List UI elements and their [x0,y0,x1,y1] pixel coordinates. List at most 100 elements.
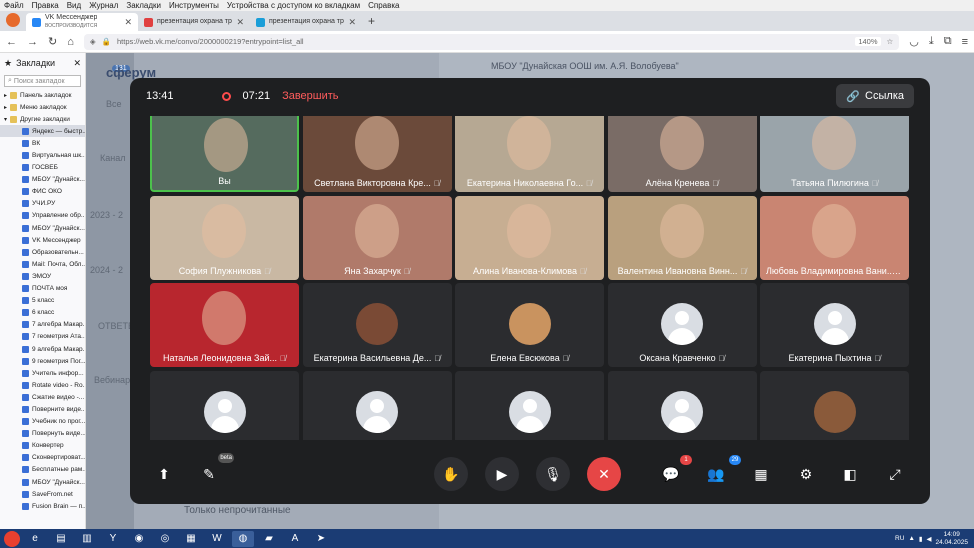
pdf-icon[interactable]: A [284,531,306,547]
telegram-icon[interactable]: ➤ [310,531,332,547]
expand-arrow-icon[interactable]: ▸ [4,92,7,99]
calculator-icon[interactable]: ▦ [180,531,202,547]
close-icon[interactable]: ✕ [124,17,132,28]
participant-tile[interactable]: Елена Евсюкова 🎙̸ [455,283,604,367]
copy-link-button[interactable]: 🔗 Ссылка [836,84,914,108]
back-icon[interactable]: ← [6,36,17,48]
bookmark-item[interactable]: Fusion Brain — п... [0,500,85,512]
group-channel[interactable]: Канал [100,153,125,163]
bookmark-item[interactable]: ПОЧТА моя [0,283,85,295]
group-webinar[interactable]: Вебинар [94,375,130,385]
bookmark-item[interactable]: VK Мессенджер [0,234,85,246]
language-indicator[interactable]: RU [895,535,904,542]
home-icon[interactable]: ⌂ [67,36,74,48]
filter-all[interactable]: Все [106,99,122,109]
bookmark-item[interactable]: 5 класс [0,295,85,307]
zoom-level[interactable]: 140% [855,37,881,46]
bookmark-item[interactable]: ФИС ОКО [0,186,85,198]
bookmark-item[interactable]: 7 алгебра Макар... [0,319,85,331]
stop-recording-button[interactable]: Завершить [282,90,338,102]
address-bar[interactable]: ◈ 🔒 https://web.vk.me/convo/2000000219?e… [83,33,900,50]
bookmark-item[interactable]: 7 геометрия Ата... [0,331,85,343]
browser-tab[interactable]: презентация охрана труда в ш ✕ [138,13,250,31]
menu-icon[interactable]: ≡ [962,36,968,48]
menu-item[interactable]: Файл [4,1,24,10]
microphone-button[interactable]: 🎙 [536,457,570,491]
share-screen-button[interactable]: ⬆ [147,457,181,491]
bookmark-item[interactable]: МБОУ "Дунайск... [0,222,85,234]
firefox-menu-icon[interactable] [6,13,20,27]
bookmark-item[interactable]: ▸ Панель закладок [0,89,85,101]
bookmark-item[interactable]: ▾ Другие закладки [0,113,85,125]
menu-item[interactable]: Закладки [126,1,161,10]
bookmark-item[interactable]: МБОУ "Дунайск... [0,174,85,186]
close-icon[interactable]: ✕ [236,17,244,28]
volume-icon[interactable]: ◀ [926,535,931,543]
bookmark-item[interactable]: Сжатие видео -... [0,391,85,403]
participant-tile[interactable]: Иван Гайвасенко🎙̸ [302,370,452,440]
participant-tile[interactable]: Любовь Ватрич🎙̸ [760,370,909,440]
bookmark-item[interactable]: ▸ Меню закладок [0,101,85,113]
bookmark-item[interactable]: УЧИ.РУ [0,198,85,210]
yandex-icon[interactable]: Y [102,531,124,547]
participant-tile[interactable]: Татьяна Бердюгина🎙̸ [455,370,604,440]
participant-tile[interactable]: Екатерина Пыхтина 🎙̸ [760,283,909,367]
group-2024[interactable]: 2024 - 2 [90,265,123,275]
fullscreen-button[interactable]: ⤢ [878,457,912,491]
settings-button[interactable]: ⚙ [789,457,823,491]
bookmark-item[interactable]: 9 геометрия Пог... [0,355,85,367]
bookmark-item[interactable]: Повернуть виде... [0,428,85,440]
bookmark-item[interactable]: Учитель инфор... [0,367,85,379]
bookmark-item[interactable]: 9 алгебра Макар... [0,343,85,355]
participant-tile[interactable]: Оксана Кравченко 🎙̸ [607,283,757,367]
minimize-button[interactable]: ◧ [833,457,867,491]
bookmark-item[interactable]: Rotate video - Ro... [0,379,85,391]
close-icon[interactable]: ✕ [348,17,356,28]
camera-button[interactable]: ▶ [485,457,519,491]
bookmark-item[interactable]: ГОСВЕБ [0,162,85,174]
expand-arrow-icon[interactable]: ▸ [4,104,7,111]
pocket-icon[interactable]: ◡ [909,35,919,48]
menu-item[interactable]: Справка [368,1,399,10]
bookmark-item[interactable]: Образовательн... [0,246,85,258]
reload-icon[interactable]: ↻ [48,35,57,48]
start-button[interactable] [4,530,20,547]
participant-tile[interactable]: Светлана Викторовна Кре... 🎙̸ [302,116,452,192]
menu-item[interactable]: Устройства с доступом ко вкладкам [227,1,360,10]
participant-tile[interactable]: Яна Захарчук 🎙̸ [302,195,452,280]
group-2023[interactable]: 2023 - 2 [90,210,123,220]
participant-tile[interactable]: Екатерина Васильевна Де... 🎙̸ [302,283,452,367]
bookmark-item[interactable]: Сконвертироват... [0,452,85,464]
bookmark-item[interactable]: ЭМОУ [0,270,85,282]
effects-button[interactable]: ✎ beta [192,453,234,491]
word-icon[interactable]: W [206,531,228,547]
browser-tab[interactable]: VK Мессенджер ВОСПРОИЗВОДИТСЯ ✕ [26,13,138,31]
bookmark-item[interactable]: Яндекс — быстр... [0,125,85,138]
forward-icon[interactable]: → [27,36,38,48]
bookmark-item[interactable]: Управление обр... [0,210,85,222]
extensions-icon[interactable]: ⧉ [944,35,952,48]
group-answers[interactable]: ОТВЕТЕ [98,321,134,331]
menu-item[interactable]: Журнал [89,1,118,10]
menu-item[interactable]: Инструменты [169,1,219,10]
expand-arrow-icon[interactable]: ▾ [4,116,7,123]
clock[interactable]: 14:09 24.04.2025 [935,531,968,547]
menu-item[interactable]: Правка [32,1,59,10]
url-text[interactable]: https://web.vk.me/convo/2000000219?entry… [117,37,304,46]
participant-tile[interactable]: Вы [150,116,299,192]
participant-tile[interactable]: Алина Иванова-Климова 🎙̸ [455,195,604,280]
participant-tile[interactable]: Алёна Кренева 🎙̸ [607,116,757,192]
new-tab-button[interactable]: + [368,14,375,28]
bookmark-item[interactable]: SaveFrom.net [0,488,85,500]
star-icon[interactable]: ☆ [887,37,894,46]
participants-button[interactable]: 👥 29 [699,455,741,491]
end-call-button[interactable]: ✕ [587,457,621,491]
ie-icon[interactable]: e [24,531,46,547]
sidebar-title[interactable]: Закладки [16,58,55,68]
browser-tab[interactable]: презентация охрана труда в ш ✕ [250,13,362,31]
participant-tile[interactable]: Наталья Дергачева🎙̸ [607,370,757,440]
participant-tile[interactable]: Екатерина Николаевна Го... 🎙̸ [455,116,604,192]
participant-tile[interactable]: Юлия Ванина🎙̸ [150,370,299,440]
layout-button[interactable]: ▦ [744,457,778,491]
chrome-icon[interactable]: ◉ [128,531,150,547]
